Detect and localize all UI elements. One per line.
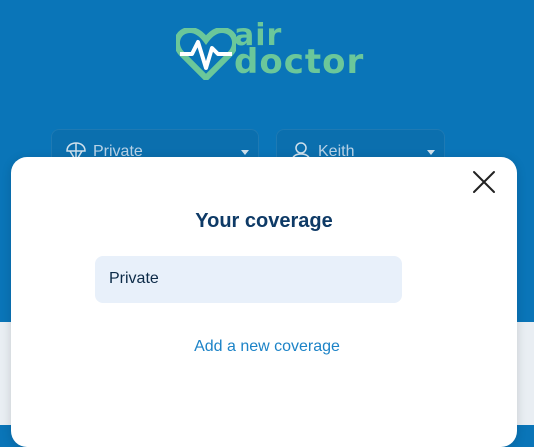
add-coverage-link[interactable]: Add a new coverage <box>11 338 523 356</box>
chevron-down-icon <box>241 150 249 155</box>
coverage-option-private[interactable]: Private <box>95 256 402 303</box>
air-doctor-logo: air doctor <box>176 18 363 82</box>
close-button[interactable] <box>470 168 498 196</box>
logo-text-doctor: doctor <box>234 42 365 82</box>
heart-logo-icon <box>176 28 236 80</box>
coverage-option-label: Private <box>109 270 159 287</box>
modal-title: Your coverage <box>195 210 333 232</box>
chevron-down-icon <box>427 150 435 155</box>
close-icon <box>473 171 495 193</box>
coverage-modal: Your coverage Private Add a new coverage <box>11 157 517 447</box>
